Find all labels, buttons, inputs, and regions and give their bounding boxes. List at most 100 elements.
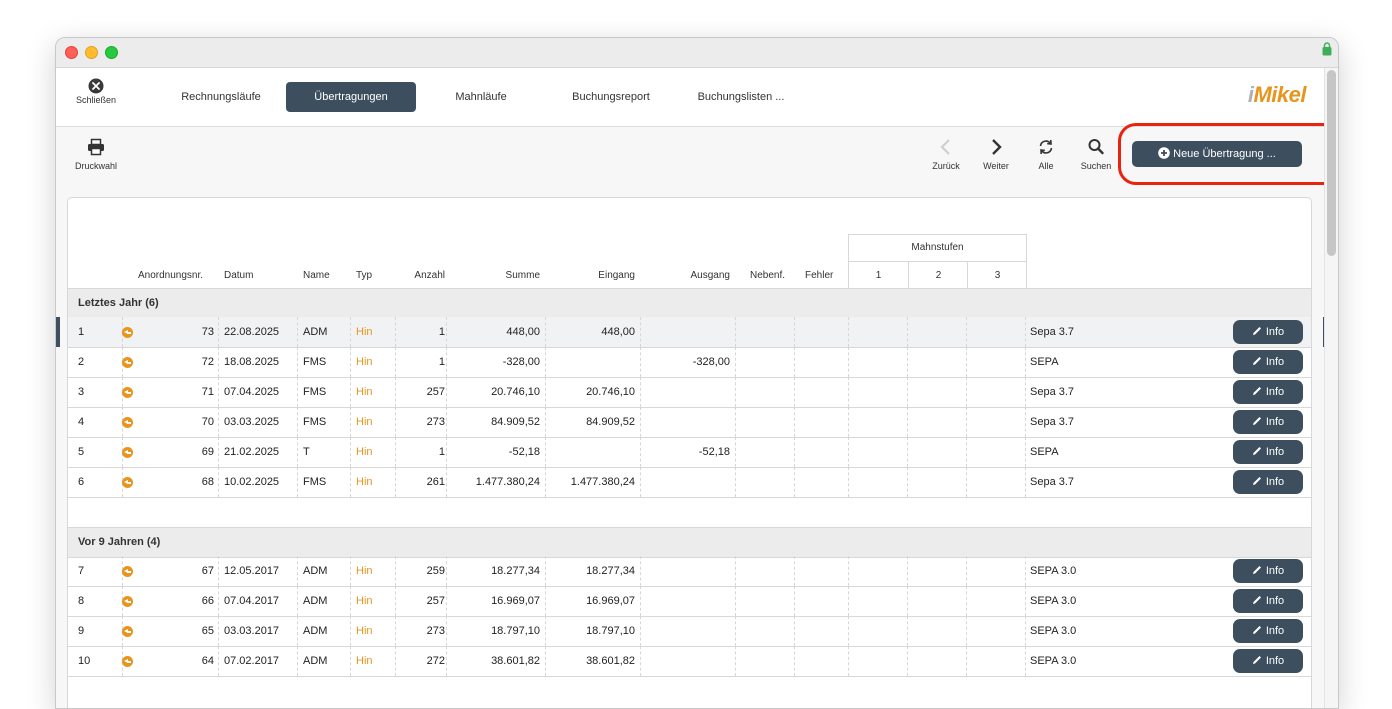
column-divider [735, 347, 736, 377]
header-ausgang[interactable]: Ausgang [658, 270, 730, 281]
table-row[interactable]: 5 69 21.02.2025 T Hin 1 -52,18 -52,18 SEPA Info [68, 437, 1311, 468]
info-button[interactable]: Info [1233, 619, 1303, 643]
info-button[interactable]: Info [1233, 440, 1303, 464]
close-window-button[interactable] [65, 46, 78, 59]
column-divider [794, 347, 795, 377]
cell-typ: Hin [356, 625, 373, 637]
cell-anzahl: 261 [426, 476, 445, 488]
column-divider [966, 377, 967, 407]
cell-name: ADM [303, 595, 328, 607]
info-button[interactable]: Info [1233, 649, 1303, 673]
column-divider [966, 317, 967, 347]
header-summe[interactable]: Summe [468, 270, 540, 281]
header-datum[interactable]: Datum [224, 270, 253, 281]
table-row[interactable]: 8 66 07.04.2017 ADM Hin 257 16.969,07 16.969,07… [68, 586, 1311, 617]
header-nebenf[interactable]: Nebenf. [750, 270, 785, 281]
column-divider [218, 347, 219, 377]
header-typ[interactable]: Typ [356, 270, 372, 281]
cell-eingang: 20.746,10 [586, 386, 635, 398]
next-button[interactable]: Weiter [976, 137, 1016, 171]
cell-typ: Hin [356, 416, 373, 428]
header-anordnungsnr[interactable]: Anordnungsnr. [138, 270, 203, 281]
cell-ausgang [648, 556, 730, 586]
tab-buchungsreport[interactable]: Buchungsreport [556, 82, 666, 112]
column-divider [1025, 407, 1026, 437]
info-button[interactable]: Info [1233, 410, 1303, 434]
table-row[interactable]: 9 65 03.03.2017 ADM Hin 273 18.797,10 18.797,10… [68, 616, 1311, 647]
all-button[interactable]: Alle [1026, 137, 1066, 171]
info-button[interactable]: Info [1233, 350, 1303, 374]
table-row[interactable]: 4 70 03.03.2025 FMS Hin 273 84.909,52 84.909,52… [68, 407, 1311, 438]
column-divider [446, 347, 447, 377]
arrow-left-circle-icon[interactable] [122, 417, 133, 428]
zoom-window-button[interactable] [105, 46, 118, 59]
table-row[interactable]: 10 64 07.02.2017 ADM Hin 272 38.601,82 38.601,8… [68, 646, 1311, 677]
cell-summe: 38.601,82 [491, 655, 540, 667]
column-divider [1025, 317, 1026, 347]
table-row[interactable]: 6 68 10.02.2025 FMS Hin 261 1.477.380,24 1.477.… [68, 467, 1311, 498]
minimize-window-button[interactable] [85, 46, 98, 59]
column-divider [446, 377, 447, 407]
header-fehler[interactable]: Fehler [805, 270, 833, 281]
cell-datum: 03.03.2025 [224, 416, 280, 428]
refresh-icon [1039, 139, 1053, 155]
arrow-left-circle-icon[interactable] [122, 566, 133, 577]
cell-name: FMS [303, 476, 327, 488]
header-anzahl[interactable]: Anzahl [398, 270, 445, 281]
chevron-left-icon [940, 139, 950, 155]
table-row[interactable]: 3 71 07.04.2025 FMS Hin 257 20.746,10 20.746,10… [68, 377, 1311, 408]
cell-name: ADM [303, 655, 328, 667]
table-row[interactable]: 2 72 18.08.2025 FMS Hin 1 -328,00 -328,00 SEPA In… [68, 347, 1311, 378]
column-divider [907, 317, 908, 347]
cell-summe: -328,00 [502, 356, 540, 368]
arrow-left-circle-icon[interactable] [122, 387, 133, 398]
arrow-left-circle-icon[interactable] [122, 357, 133, 368]
column-divider [640, 317, 641, 347]
row-index: 1 [78, 326, 85, 338]
column-divider [350, 467, 351, 497]
search-button[interactable]: Suchen [1076, 137, 1116, 171]
arrow-left-circle-icon[interactable] [122, 596, 133, 607]
cell-name: FMS [303, 356, 327, 368]
new-transfer-button[interactable]: Neue Übertragung ... [1132, 141, 1302, 167]
print-button[interactable]: Druckwahl [68, 137, 124, 171]
table-row[interactable]: 7 67 12.05.2017 ADM Hin 259 18.277,34 18.277,34… [68, 556, 1311, 587]
back-button[interactable]: Zurück [926, 137, 966, 171]
arrow-left-circle-icon[interactable] [122, 327, 133, 338]
cell-typ: Hin [356, 356, 373, 368]
column-divider [446, 586, 447, 616]
arrow-left-circle-icon[interactable] [122, 626, 133, 637]
close-button[interactable]: Schließen [66, 78, 126, 105]
info-button[interactable]: Info [1233, 589, 1303, 613]
cell-anordnungsnr: 72 [201, 356, 214, 368]
column-divider [446, 407, 447, 437]
arrow-left-circle-icon[interactable] [122, 447, 133, 458]
column-divider [350, 616, 351, 646]
info-button[interactable]: Info [1233, 470, 1303, 494]
info-button[interactable]: Info [1233, 380, 1303, 404]
pencil-icon [1252, 417, 1261, 425]
info-button[interactable]: Info [1233, 320, 1303, 344]
header-name[interactable]: Name [303, 270, 330, 281]
cell-eingang: 18.797,10 [586, 625, 635, 637]
arrow-left-circle-icon[interactable] [122, 656, 133, 667]
close-icon [88, 78, 104, 94]
header-eingang[interactable]: Eingang [558, 270, 635, 281]
cell-eingang: 84.909,52 [586, 416, 635, 428]
cell-typ: Hin [356, 326, 373, 338]
back-label: Zurück [932, 161, 960, 171]
tab-buchungslisten[interactable]: Buchungslisten ... [686, 82, 796, 112]
cell-ausgang [648, 646, 730, 676]
table-row[interactable]: 1 73 22.08.2025 ADM Hin 1 448,00 448,00 Sepa 3.7… [56, 317, 1333, 348]
tab-rechnungslaeufe[interactable]: Rechnungsläufe [166, 82, 276, 112]
row-index: 7 [78, 565, 85, 577]
column-divider [395, 646, 396, 676]
info-button[interactable]: Info [1233, 559, 1303, 583]
cell-anordnungsnr: 69 [201, 446, 214, 458]
scrollbar-thumb[interactable] [1327, 70, 1336, 256]
tab-uebertragungen[interactable]: Übertragungen [286, 82, 416, 112]
cell-name: ADM [303, 625, 328, 637]
tab-mahnlaeufe[interactable]: Mahnläufe [426, 82, 536, 112]
column-divider [545, 616, 546, 646]
arrow-left-circle-icon[interactable] [122, 477, 133, 488]
